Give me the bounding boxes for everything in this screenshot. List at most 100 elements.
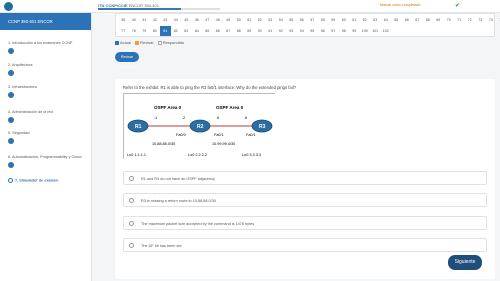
- router-r2-label: R2: [197, 124, 204, 130]
- sidebar-item-automatizacion[interactable]: 6. Automatización, Programmability y Clo…: [8, 155, 81, 168]
- question-number-94[interactable]: 94: [297, 26, 308, 36]
- answer-option-2[interactable]: R3 is missing a return route to 10.88.88…: [123, 193, 487, 207]
- question-number-91[interactable]: 91: [265, 26, 276, 36]
- question-number-88[interactable]: 88: [234, 26, 245, 36]
- question-number-78[interactable]: 78: [129, 26, 140, 36]
- module-status-icon: [8, 117, 14, 123]
- question-number-68[interactable]: 68: [423, 15, 434, 25]
- question-number-82[interactable]: 82: [171, 26, 182, 36]
- question-number-86[interactable]: 86: [213, 26, 224, 36]
- question-number-79[interactable]: 79: [139, 26, 150, 36]
- r3-interface-label: Fa0/1: [246, 133, 256, 137]
- radio-button[interactable]: [129, 198, 134, 203]
- question-number-47[interactable]: 47: [202, 15, 213, 25]
- question-number-60[interactable]: 60: [339, 15, 350, 25]
- question-number-54[interactable]: 54: [276, 15, 287, 25]
- r2-interface-right-label: Fa0/1: [214, 133, 224, 137]
- question-number-99[interactable]: 99: [349, 26, 360, 36]
- question-number-52[interactable]: 52: [255, 15, 266, 25]
- question-number-102[interactable]: 102: [381, 26, 392, 36]
- question-number-45[interactable]: 45: [181, 15, 192, 25]
- question-number-71[interactable]: 71: [454, 15, 465, 25]
- question-number-89[interactable]: 89: [244, 26, 255, 36]
- question-number-80[interactable]: 80: [150, 26, 161, 36]
- legend-review-swatch: [135, 40, 140, 45]
- answer-option-1[interactable]: R1 and R3 do not have an OSPF adjacency: [123, 171, 487, 185]
- question-number-41[interactable]: 41: [139, 15, 150, 25]
- question-number-93[interactable]: 93: [286, 26, 297, 36]
- sidebar-item-label: 4. Administración de la red: [8, 110, 53, 114]
- question-number-36[interactable]: 36: [118, 15, 129, 25]
- question-number-43[interactable]: 43: [160, 15, 171, 25]
- question-number-87[interactable]: 87: [223, 26, 234, 36]
- answer-option-text: The DF bit has been set: [141, 243, 182, 248]
- question-number-73[interactable]: 73: [475, 15, 486, 25]
- question-number-92[interactable]: 92: [276, 26, 287, 36]
- question-number-row-1: 36 40 41 42 43 44 45 46 47 48 49 50 51 52 53 54 55 56 57 58…: [118, 15, 500, 25]
- sidebar-item-administracion[interactable]: 4. Administración de la red: [8, 110, 53, 123]
- sidebar-item-arquitectura[interactable]: 2. Arquitectura: [8, 63, 32, 76]
- course-progress-bar: [98, 8, 220, 10]
- sidebar-item-intro[interactable]: 1. Introducción a los exámenes CCNP: [8, 41, 72, 54]
- question-number-97[interactable]: 97: [328, 26, 339, 36]
- question-number-57[interactable]: 57: [307, 15, 318, 25]
- legend-actual-label: Actual: [120, 40, 132, 45]
- mark-complete-link[interactable]: Marcar como completado: [380, 3, 421, 7]
- question-number-90[interactable]: 90: [255, 26, 266, 36]
- sidebar-item-label: 5. Seguridad: [8, 131, 30, 135]
- question-number-51[interactable]: 51: [244, 15, 255, 25]
- sidebar-item-seguridad[interactable]: 5. Seguridad: [8, 131, 30, 144]
- question-number-74[interactable]: 74: [486, 15, 497, 25]
- question-number-53[interactable]: 53: [265, 15, 276, 25]
- question-number-96[interactable]: 96: [318, 26, 329, 36]
- question-number-42[interactable]: 42: [150, 15, 161, 25]
- question-number-61[interactable]: 61: [349, 15, 360, 25]
- question-number-62[interactable]: 62: [360, 15, 371, 25]
- review-question-button[interactable]: Revisar Pregunta: [115, 52, 139, 69]
- question-number-81[interactable]: 81: [160, 26, 171, 36]
- question-number-48[interactable]: 48: [213, 15, 224, 25]
- answer-option-4[interactable]: The DF bit has been set: [123, 238, 487, 252]
- question-number-46[interactable]: 46: [192, 15, 203, 25]
- network-diagram: R1 R2 R3 OSPF Area 0 OSPF Area 0 .1 .2 .…: [123, 93, 276, 160]
- question-number-59[interactable]: 59: [328, 15, 339, 25]
- ospf-area-right-label: OSPF Area 0: [216, 105, 244, 110]
- question-number-98[interactable]: 98: [339, 26, 350, 36]
- answer-option-3[interactable]: The maximum packet size accepted by the …: [123, 216, 487, 230]
- question-number-49[interactable]: 49: [223, 15, 234, 25]
- question-number-85[interactable]: 85: [202, 26, 213, 36]
- question-number-50[interactable]: 50: [234, 15, 245, 25]
- next-button[interactable]: Siguiente: [448, 255, 482, 270]
- radio-button[interactable]: [129, 243, 134, 248]
- question-number-70[interactable]: 70: [444, 15, 455, 25]
- question-number-55[interactable]: 55: [286, 15, 297, 25]
- top-bar: ITN CCNP/CCIE ENCOR 350-401 Marcar como …: [0, 0, 500, 13]
- question-number-66[interactable]: 66: [402, 15, 413, 25]
- radio-button[interactable]: [129, 221, 134, 226]
- question-number-69[interactable]: 69: [433, 15, 444, 25]
- question-number-101[interactable]: 101: [370, 26, 381, 36]
- radio-button[interactable]: [129, 176, 134, 181]
- question-number-84[interactable]: 84: [192, 26, 203, 36]
- question-number-44[interactable]: 44: [171, 15, 182, 25]
- question-number-65[interactable]: 65: [391, 15, 402, 25]
- question-number-row-2: 77 78 79 80 81 82 83 84 85 86 87 88 89 90 91 92 93 94 95 96…: [118, 26, 391, 36]
- question-number-63[interactable]: 63: [370, 15, 381, 25]
- question-number-64[interactable]: 64: [381, 15, 392, 25]
- question-number-40[interactable]: 40: [129, 15, 140, 25]
- sidebar-item-simulador[interactable]: 7. Simulador de examen: [8, 178, 58, 183]
- question-number-67[interactable]: 67: [412, 15, 423, 25]
- question-number-100[interactable]: 100: [360, 26, 371, 36]
- question-number-72[interactable]: 72: [465, 15, 476, 25]
- question-number-83[interactable]: 83: [181, 26, 192, 36]
- question-number-77[interactable]: 77: [118, 26, 129, 36]
- module-status-icon: [8, 70, 14, 76]
- question-number-75[interactable]: 75: [496, 15, 500, 25]
- subnet-right-label: 10.99.99.4/30: [212, 142, 235, 146]
- question-number-95[interactable]: 95: [307, 26, 318, 36]
- question-number-58[interactable]: 58: [318, 15, 329, 25]
- sidebar-item-infraestructura[interactable]: 3. Infraestructura: [8, 85, 37, 98]
- question-number-56[interactable]: 56: [297, 15, 308, 25]
- app-logo[interactable]: [4, 2, 13, 11]
- main-content: 36 40 41 42 43 44 45 46 47 48 49 50 51 52 53 54 55 56 57 58…: [93, 13, 500, 281]
